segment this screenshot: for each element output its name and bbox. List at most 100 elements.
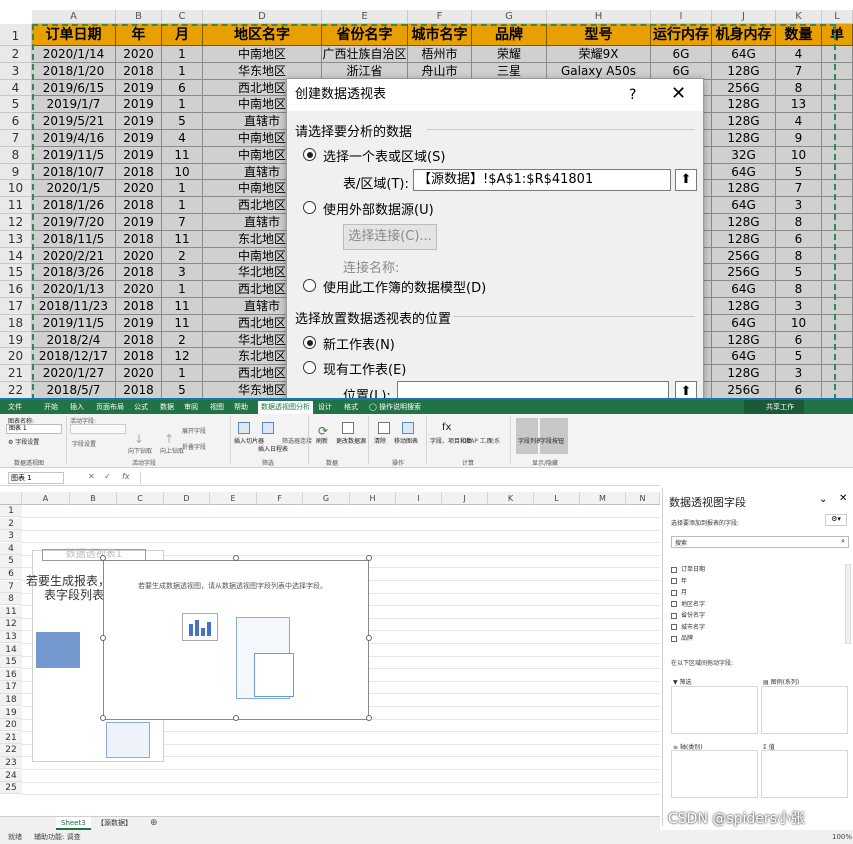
data-cell[interactable]: 128G: [712, 96, 776, 114]
data-cell[interactable]: 8: [776, 79, 822, 97]
data-cell[interactable]: 9: [776, 130, 822, 147]
column-header[interactable]: J: [712, 10, 776, 24]
resize-handle[interactable]: [100, 555, 106, 561]
ribbon-tab[interactable]: 数据透视图分析: [258, 401, 313, 414]
data-cell[interactable]: 5: [776, 163, 822, 181]
sheet-tab-sheet3[interactable]: Sheet3: [56, 817, 91, 830]
data-cell[interactable]: 2020: [116, 365, 162, 382]
radio-table-range[interactable]: [303, 148, 316, 161]
data-cell[interactable]: 2019: [116, 96, 162, 114]
data-cell[interactable]: 10: [162, 163, 203, 181]
ribbon-tab[interactable]: 数据: [160, 401, 174, 414]
row-header[interactable]: 5: [0, 96, 32, 114]
radio-data-model-label[interactable]: 使用此工作簿的数据模型(D): [323, 277, 486, 296]
data-cell[interactable]: 128G: [712, 180, 776, 198]
data-cell[interactable]: 256G: [712, 79, 776, 97]
field-settings-button[interactable]: ⚙ 字段设置: [8, 437, 39, 446]
grid-column-header[interactable]: N: [626, 492, 660, 505]
data-cell[interactable]: 2018/2/4: [32, 331, 116, 349]
column-header[interactable]: A: [32, 10, 116, 24]
field-item[interactable]: 订单日期: [671, 564, 705, 573]
radio-table-range-label[interactable]: 选择一个表或区域(S): [323, 146, 445, 165]
grid-row-header[interactable]: 16: [0, 668, 22, 681]
ribbon-tab[interactable]: 帮助: [234, 401, 248, 414]
ribbon-tab[interactable]: 开始: [44, 401, 58, 414]
data-cell[interactable]: [822, 62, 853, 80]
data-cell[interactable]: 2018/3/26: [32, 264, 116, 282]
data-cell[interactable]: 2018/12/17: [32, 348, 116, 366]
data-cell[interactable]: 32G: [712, 146, 776, 164]
data-cell[interactable]: 2018/10/7: [32, 163, 116, 181]
zone-values[interactable]: [761, 750, 848, 798]
ribbon-tab[interactable]: 插入: [70, 401, 84, 414]
add-sheet-button[interactable]: ⊕: [150, 817, 158, 830]
data-cell[interactable]: 256G: [712, 264, 776, 282]
header-cell[interactable]: 运行内存: [651, 24, 712, 46]
zone-axis[interactable]: [671, 750, 758, 798]
header-cell[interactable]: 年: [116, 24, 162, 46]
data-cell[interactable]: 4: [776, 113, 822, 130]
data-cell[interactable]: 11: [162, 230, 203, 248]
row-header[interactable]: 21: [0, 365, 32, 382]
data-cell[interactable]: 128G: [712, 331, 776, 349]
data-cell[interactable]: [822, 264, 853, 282]
data-cell[interactable]: 10: [776, 314, 822, 332]
data-cell[interactable]: 2018/1/26: [32, 197, 116, 214]
data-cell[interactable]: 1: [162, 365, 203, 382]
grid-row-header[interactable]: 5: [0, 555, 22, 568]
resize-handle[interactable]: [366, 555, 372, 561]
row-header[interactable]: 19: [0, 331, 32, 349]
data-cell[interactable]: 2020: [116, 281, 162, 298]
row-header[interactable]: 11: [0, 197, 32, 214]
header-cell[interactable]: 型号: [547, 24, 651, 46]
data-cell[interactable]: [822, 197, 853, 214]
grid-column-header[interactable]: H: [350, 492, 396, 505]
data-cell[interactable]: 2019/6/15: [32, 79, 116, 97]
data-cell[interactable]: 4: [162, 130, 203, 147]
field-list-scrollbar[interactable]: [845, 564, 851, 644]
data-cell[interactable]: [822, 247, 853, 265]
chart-name-input[interactable]: 图表 1: [6, 424, 62, 434]
field-checkbox[interactable]: [671, 578, 677, 584]
header-cell[interactable]: 品牌: [472, 24, 547, 46]
field-item[interactable]: 地区名字: [671, 599, 705, 608]
insert-timeline-button[interactable]: 插入日程表: [258, 444, 288, 453]
data-cell[interactable]: [822, 180, 853, 198]
column-header[interactable]: B: [116, 10, 162, 24]
zone-legend[interactable]: [761, 686, 848, 734]
share-button[interactable]: 共享工作: [744, 400, 804, 414]
grid-row-header[interactable]: 8: [0, 593, 22, 606]
radio-existing-worksheet-label[interactable]: 现有工作表(E): [323, 359, 406, 378]
column-header[interactable]: C: [162, 10, 203, 24]
resize-handle[interactable]: [233, 555, 239, 561]
data-cell[interactable]: 2019/1/7: [32, 96, 116, 114]
collapse-field-button[interactable]: 折叠字段: [182, 442, 206, 451]
header-cell[interactable]: 城市名字: [408, 24, 472, 46]
radio-external-source[interactable]: [303, 201, 316, 214]
data-cell[interactable]: 2019/11/5: [32, 314, 116, 332]
radio-new-worksheet[interactable]: [303, 336, 316, 349]
row-header[interactable]: 3: [0, 62, 32, 80]
ribbon-tab[interactable]: 视图: [210, 401, 224, 414]
name-box[interactable]: 图表 1: [8, 472, 64, 484]
data-cell[interactable]: 2018/11/5: [32, 230, 116, 248]
field-item[interactable]: 品牌: [671, 633, 693, 642]
data-cell[interactable]: 3: [776, 197, 822, 214]
header-cell[interactable]: 地区名字: [203, 24, 322, 46]
ribbon-tab[interactable]: 审阅: [184, 401, 198, 414]
data-cell[interactable]: [822, 230, 853, 248]
data-cell[interactable]: 2019/11/5: [32, 146, 116, 164]
data-cell[interactable]: 1: [162, 197, 203, 214]
data-cell[interactable]: 4: [776, 46, 822, 63]
grid-row-header[interactable]: 1: [0, 505, 22, 518]
column-header[interactable]: F: [408, 10, 472, 24]
data-cell[interactable]: [822, 298, 853, 315]
data-cell[interactable]: 1: [162, 46, 203, 63]
data-cell[interactable]: 2: [162, 331, 203, 349]
header-cell[interactable]: 数量: [776, 24, 822, 46]
header-cell[interactable]: 机身内存: [712, 24, 776, 46]
resize-handle[interactable]: [366, 635, 372, 641]
refresh-button[interactable]: 刷新: [316, 436, 328, 445]
radio-external-source-label[interactable]: 使用外部数据源(U): [323, 199, 434, 218]
fx-icon[interactable]: fx: [122, 472, 130, 481]
